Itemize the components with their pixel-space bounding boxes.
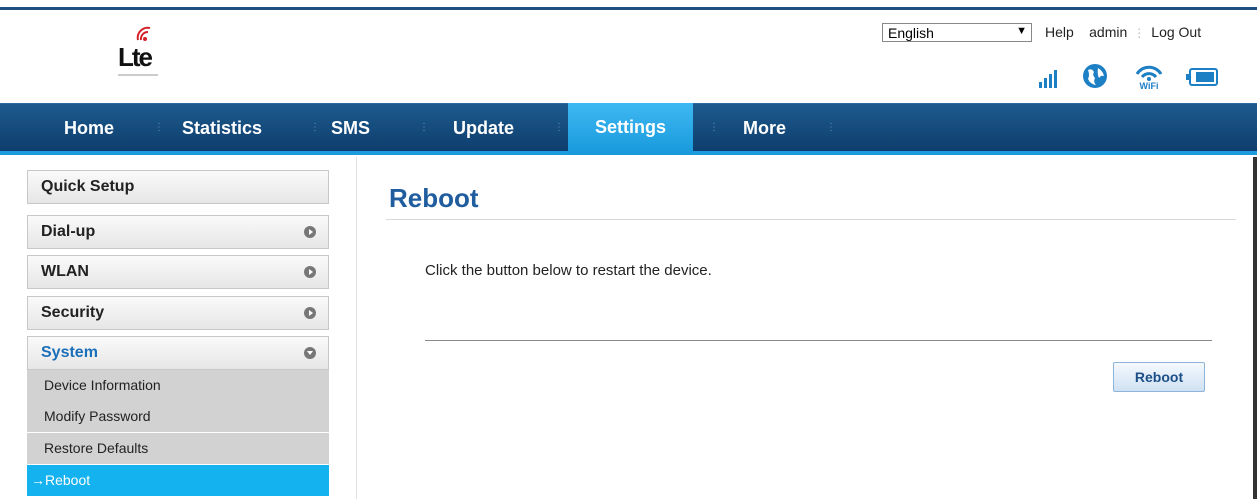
- main-nav: Home ⋮ Statistics ⋮ SMS ⋮ Update ⋮ Setti…: [0, 103, 1257, 155]
- sidebar-system[interactable]: System: [27, 336, 329, 370]
- dropdown-arrow-icon: ▼: [1016, 25, 1027, 37]
- language-value: English: [888, 25, 934, 41]
- sidebar-item-modify-password[interactable]: Modify Password: [27, 401, 329, 432]
- battery-icon: [1186, 68, 1218, 86]
- reboot-description: Click the button below to restart the de…: [425, 262, 712, 279]
- lte-logo: Lte: [112, 24, 162, 76]
- nav-update[interactable]: Update: [453, 104, 514, 152]
- sidebar-item-device-information[interactable]: Device Information: [27, 370, 329, 401]
- expand-arrow-icon: [304, 266, 316, 278]
- sidebar-dialup[interactable]: Dial-up: [27, 215, 329, 249]
- nav-home[interactable]: Home: [64, 104, 114, 152]
- logout-link[interactable]: Log Out: [1151, 24, 1201, 40]
- nav-statistics[interactable]: Statistics: [182, 104, 262, 152]
- page-title: Reboot: [389, 183, 479, 213]
- help-link[interactable]: Help: [1045, 24, 1074, 40]
- collapse-arrow-icon: [304, 347, 316, 359]
- logo-text: Lte: [118, 42, 153, 72]
- nav-settings[interactable]: Settings: [568, 103, 694, 155]
- expand-arrow-icon: [304, 307, 316, 319]
- username: admin: [1089, 24, 1128, 40]
- reboot-button[interactable]: Reboot: [1113, 362, 1205, 392]
- sidebar-item-restore-defaults[interactable]: Restore Defaults: [27, 433, 329, 464]
- language-select[interactable]: English ▼: [882, 23, 1032, 42]
- signal-strength-icon: [1039, 70, 1057, 88]
- sidebar-quick-setup[interactable]: Quick Setup: [27, 170, 329, 204]
- nav-more[interactable]: More: [743, 104, 786, 152]
- expand-arrow-icon: [304, 226, 316, 238]
- sidebar-wlan[interactable]: WLAN: [27, 255, 329, 289]
- globe-icon: [1083, 64, 1107, 88]
- wifi-icon: WiFi: [1135, 65, 1163, 90]
- nav-sms[interactable]: SMS: [331, 104, 370, 152]
- sidebar-security[interactable]: Security: [27, 296, 329, 330]
- sidebar-item-reboot[interactable]: →Reboot: [27, 465, 329, 496]
- svg-text:WiFi: WiFi: [1140, 81, 1159, 90]
- top-border: [0, 7, 1257, 10]
